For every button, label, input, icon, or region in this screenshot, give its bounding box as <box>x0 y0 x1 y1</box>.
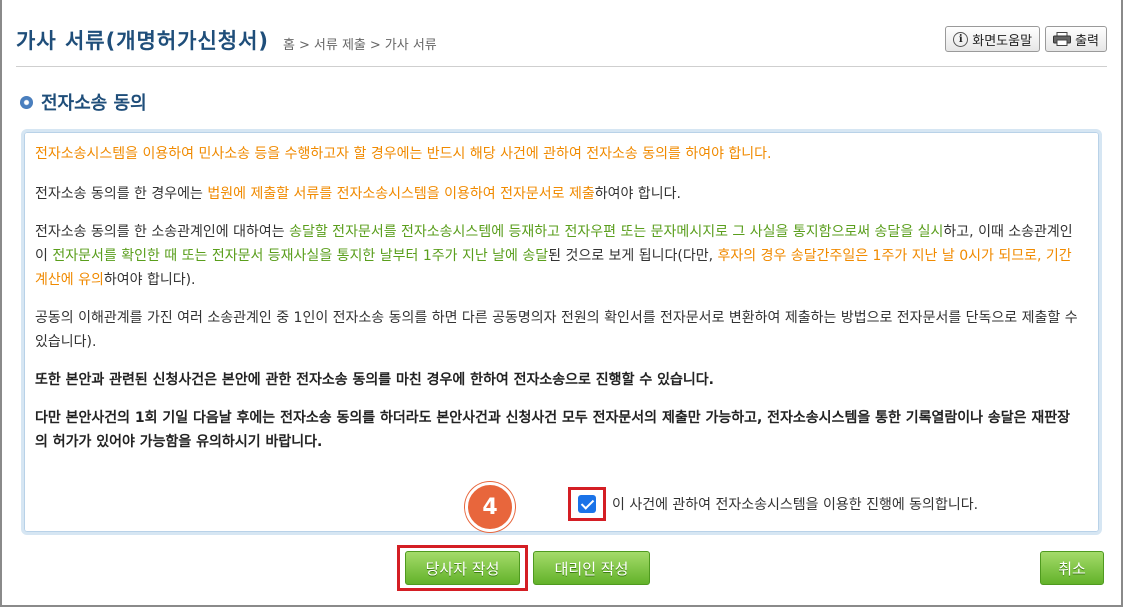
header-tools: i 화면도움말 출력 <box>945 26 1107 52</box>
section-heading: 전자소송 동의 <box>20 89 147 115</box>
notice-paragraph-4: 공동의 이해관계를 가진 여러 소송관계인 중 1인이 전자소송 동의를 하면 … <box>35 310 1078 350</box>
party-write-button[interactable]: 당사자 작성 <box>405 551 520 585</box>
breadcrumb: 홈 > 서류 제출 > 가사 서류 <box>283 34 437 53</box>
agree-row: 이 사건에 관하여 전자소송시스템을 이용한 진행에 동의합니다. <box>568 487 978 521</box>
print-button-label: 출력 <box>1075 33 1099 49</box>
notice-highlight: 전자문서를 확인한 때 또는 전자문서 등재사실을 통지한 날부터 1주가 지난… <box>52 248 549 264</box>
notice-text: 전자소송 동의를 한 소송관계인에 대하여는 <box>35 224 290 240</box>
printer-icon <box>1053 32 1072 46</box>
breadcrumb-home[interactable]: 홈 <box>283 38 295 53</box>
notice-text: 전자소송 동의를 한 경우에는 <box>35 186 208 202</box>
agree-checkbox[interactable] <box>578 495 596 513</box>
notice-highlight: 법원에 제출할 서류를 전자소송시스템을 이용하여 전자문서로 제출 <box>207 186 595 202</box>
page-title: 가사 서류(개명허가신청서) <box>16 29 270 53</box>
notice-text: 하여야 합니다. <box>594 186 681 202</box>
help-button[interactable]: i 화면도움말 <box>945 26 1041 52</box>
agree-checkbox-highlight <box>568 487 606 521</box>
header-divider <box>16 66 1107 67</box>
print-button[interactable]: 출력 <box>1045 26 1107 52</box>
notice-paragraph-2: 전자소송 동의를 한 경우에는 법원에 제출할 서류를 전자소송시스템을 이용하… <box>35 182 1080 206</box>
notice-paragraph-3: 전자소송 동의를 한 소송관계인에 대하여는 송달할 전자문서를 전자소송시스템… <box>35 220 1080 292</box>
breadcrumb-submit[interactable]: 서류 제출 <box>314 38 366 53</box>
notice-paragraph-5: 또한 본안과 관련된 신청사건은 본안에 관한 전자소송 동의를 마친 경우에 … <box>35 372 714 388</box>
notice-text: 된 것으로 보게 됩니다(다만, <box>548 248 718 264</box>
cancel-button[interactable]: 취소 <box>1040 551 1104 585</box>
bullet-icon <box>20 95 33 109</box>
notice-highlight: 송달할 전자문서를 전자소송시스템에 등재하고 전자우편 또는 문자메시지로 그… <box>289 224 944 240</box>
notice-paragraph-1: 전자소송시스템을 이용하여 민사소송 등을 수행하고자 할 경우에는 반드시 해… <box>35 146 772 162</box>
agree-label[interactable]: 이 사건에 관하여 전자소송시스템을 이용한 진행에 동의합니다. <box>612 494 978 514</box>
breadcrumb-separator: > <box>369 37 381 53</box>
breadcrumb-current: 가사 서류 <box>384 37 437 53</box>
notice-text: 하여야 합니다). <box>103 272 196 288</box>
page-header: 가사 서류(개명허가신청서) 홈 > 서류 제출 > 가사 서류 i 화면도움말 출력 <box>16 20 1107 60</box>
info-icon: i <box>953 31 969 47</box>
agent-write-button[interactable]: 대리인 작성 <box>533 551 650 585</box>
step-badge: 4 <box>465 482 515 532</box>
notice-content: 전자소송시스템을 이용하여 민사소송 등을 수행하고자 할 경우에는 반드시 해… <box>35 142 1080 468</box>
section-title: 전자소송 동의 <box>41 93 147 114</box>
help-button-label: 화면도움말 <box>972 33 1033 49</box>
breadcrumb-separator: > <box>299 37 310 53</box>
notice-paragraph-6: 다만 본안사건의 1회 기일 다음날 후에는 전자소송 동의를 하더라도 본안사… <box>35 410 1071 450</box>
